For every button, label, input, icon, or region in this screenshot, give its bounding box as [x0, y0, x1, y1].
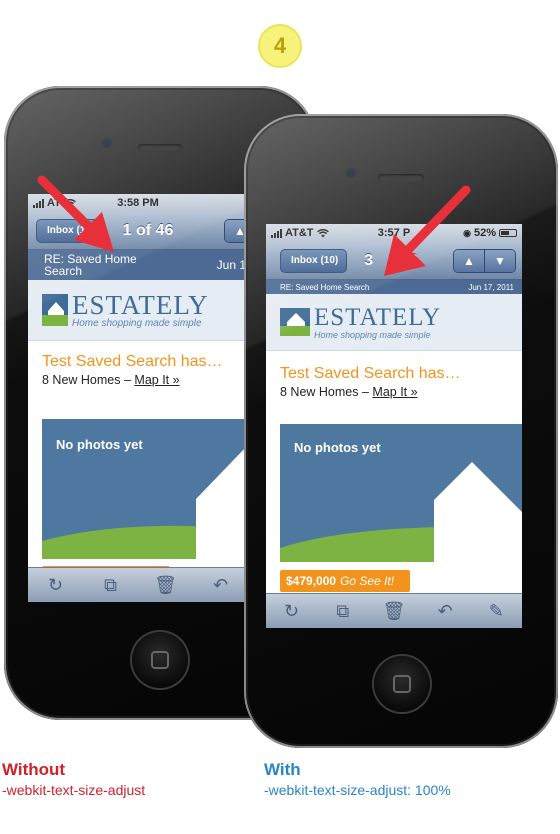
listing-photo-placeholder[interactable]: No photos yet [280, 424, 522, 562]
brand-tagline: Home shopping made simple [72, 317, 202, 329]
estately-logo-header: ESTATELY Home shopping made simple [28, 280, 248, 341]
earpiece [378, 174, 424, 182]
right-caption: With -webkit-text-size-adjust: 100% [264, 760, 451, 798]
email-title: Test Saved Search has… [42, 353, 223, 370]
mail-toolbar: ↻ ⧉ 🗑 ↶ ✎ [266, 593, 522, 628]
refresh-icon[interactable]: ↻ [43, 576, 69, 594]
step-number-badge: 4 [258, 24, 302, 68]
front-camera [346, 168, 356, 178]
front-camera [102, 138, 112, 148]
home-button[interactable] [132, 632, 188, 688]
date-text: Jun 1 [216, 258, 246, 272]
reply-icon[interactable]: ↶ [208, 576, 234, 594]
map-it-link[interactable]: Map It » [372, 385, 417, 399]
reply-icon[interactable]: ↶ [432, 602, 458, 620]
estately-logo-icon [280, 308, 310, 336]
brand-name: ESTATELY [314, 303, 442, 331]
battery-icon [499, 229, 517, 237]
inbox-back-button[interactable]: Inbox (10) [280, 248, 348, 273]
right-pointer-arrow-icon [384, 185, 471, 276]
left-pointer-arrow-icon [37, 175, 114, 252]
next-message-down-arrow-icon[interactable]: ▼ [484, 249, 515, 272]
brand-tagline: Home shopping made simple [314, 329, 431, 340]
new-homes-count: 8 New Homes – [280, 385, 373, 399]
right-caption-heading: With [264, 760, 301, 779]
price-go-see-button[interactable]: $479,000 Go See It! [280, 570, 410, 592]
right-caption-subtitle: -webkit-text-size-adjust: 100% [264, 782, 451, 798]
trash-icon[interactable]: 🗑 [381, 602, 407, 620]
go-see-it-label: Go See It! [340, 574, 395, 588]
date-text: Jun 17, 2011 [468, 282, 514, 292]
price-label: $479,000 [286, 574, 337, 588]
compose-icon[interactable]: ✎ [483, 602, 509, 620]
left-caption: Without -webkit-text-size-adjust [2, 760, 145, 798]
home-button[interactable] [374, 656, 430, 712]
brand-name: ESTATELY [72, 289, 209, 320]
estately-logo-icon [42, 294, 68, 326]
refresh-icon[interactable]: ↻ [279, 602, 305, 620]
house-illustration [280, 462, 522, 562]
map-it-link[interactable]: Map It » [134, 373, 179, 387]
listing-photo-placeholder[interactable]: No photos yet [42, 419, 248, 559]
left-caption-heading: Without [2, 760, 66, 779]
earpiece [138, 144, 182, 152]
folder-icon[interactable]: ⧉ [98, 576, 124, 594]
email-title: Test Saved Search has… [280, 365, 461, 382]
left-caption-subtitle: -webkit-text-size-adjust [2, 782, 146, 798]
mail-toolbar: ↻ ⧉ 🗑 ↶ [28, 567, 248, 602]
folder-icon[interactable]: ⧉ [330, 602, 356, 620]
trash-icon[interactable]: 🗑 [153, 576, 179, 594]
house-illustration [42, 445, 248, 559]
estately-logo-header: ESTATELY Home shopping made simple [266, 294, 522, 351]
subject-text: RE: Saved Home Search [280, 282, 370, 292]
new-homes-count: 8 New Homes – [42, 373, 135, 387]
